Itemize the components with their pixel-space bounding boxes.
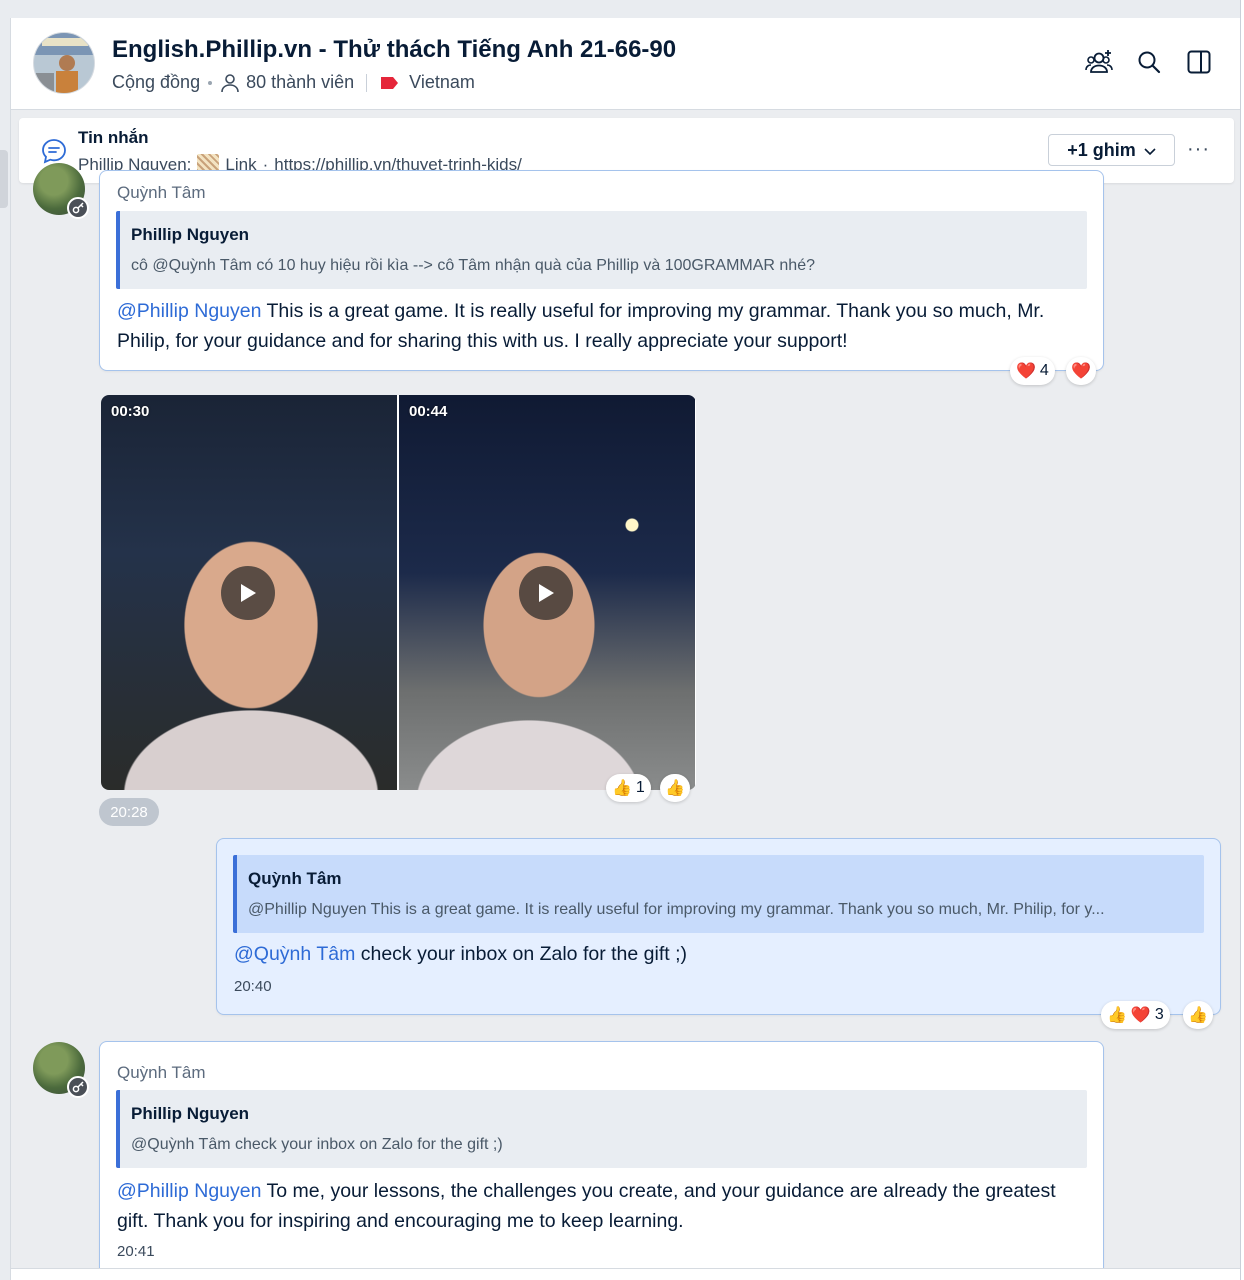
group-type: Cộng đồng xyxy=(112,72,201,92)
meta-dot xyxy=(208,80,213,85)
react-like-button[interactable]: 👍 xyxy=(660,774,690,802)
reply-quote[interactable]: Phillip Nguyen cô @Quỳnh Tâm có 10 huy h… xyxy=(116,211,1087,289)
composer-edge xyxy=(11,1268,1241,1280)
video-duration: 00:30 xyxy=(111,403,150,420)
message-bubble[interactable]: Quỳnh Tâm Phillip Nguyen @Quỳnh Tâm chec… xyxy=(99,1041,1104,1276)
message-body: check your inbox on Zalo for the gift ;) xyxy=(355,943,687,965)
heart-icon: ❤️ xyxy=(1016,363,1036,380)
quote-author: Quỳnh Tâm xyxy=(248,869,342,888)
mention-link[interactable]: @Phillip Nguyen xyxy=(117,1180,261,1202)
thumbs-up-icon: 👍 xyxy=(1188,1007,1208,1024)
reply-quote[interactable]: Quỳnh Tâm @Phillip Nguyen This is a grea… xyxy=(233,855,1204,933)
reaction-count: 3 xyxy=(1154,1006,1164,1023)
message-time: 20:40 xyxy=(234,978,272,995)
key-icon xyxy=(67,197,89,219)
heart-icon: ❤️ xyxy=(1130,1007,1151,1024)
avatar[interactable] xyxy=(33,163,89,219)
thumbs-up-icon: 👍 xyxy=(612,780,632,797)
quote-text: @Quỳnh Tâm check your inbox on Zalo for … xyxy=(131,1136,503,1153)
reaction-summary[interactable]: 👍 ❤️ 3 xyxy=(1101,1001,1170,1029)
group-meta: Cộng đồng 80 thành viên Vietnam xyxy=(112,72,475,93)
chevron-down-icon xyxy=(1144,140,1156,161)
heart-icon: ❤️ xyxy=(1071,363,1091,380)
message-text: @Quỳnh Tâm check your inbox on Zalo for … xyxy=(234,939,1202,969)
video-thumbnail[interactable]: 00:44 xyxy=(399,395,695,790)
key-icon xyxy=(67,1076,89,1098)
react-heart-button[interactable]: ❤️ xyxy=(1066,357,1096,385)
pins-dropdown-button[interactable]: +1 ghim xyxy=(1048,134,1175,166)
message-sender: Quỳnh Tâm xyxy=(117,1063,206,1082)
thumbs-up-icon: 👍 xyxy=(1107,1007,1127,1024)
react-like-button[interactable]: 👍 xyxy=(1183,1001,1213,1029)
member-count[interactable]: 80 thành viên xyxy=(246,72,354,93)
video-thumbnail[interactable]: 00:30 xyxy=(101,395,397,790)
reaction-count: 1 xyxy=(635,779,645,796)
members-icon xyxy=(220,73,240,93)
window-top-strip xyxy=(0,0,1244,18)
video-duration: 00:44 xyxy=(409,403,448,420)
message-time: 20:28 xyxy=(99,798,159,826)
thumbs-up-icon: 👍 xyxy=(665,780,685,797)
reaction-count: 4 xyxy=(1039,362,1049,379)
quote-author: Phillip Nguyen xyxy=(131,225,250,244)
message-text: @Phillip Nguyen To me, your lessons, the… xyxy=(117,1176,1085,1236)
play-icon[interactable] xyxy=(519,566,573,620)
meta-divider xyxy=(366,73,368,92)
message-text: @Phillip Nguyen This is a great game. It… xyxy=(117,296,1085,356)
video-album: 00:30 00:44 xyxy=(101,395,696,790)
quote-text: @Phillip Nguyen This is a great game. It… xyxy=(248,901,1105,918)
reaction-summary[interactable]: ❤️ 4 xyxy=(1010,357,1055,385)
play-icon[interactable] xyxy=(221,566,275,620)
group-label[interactable]: Vietnam xyxy=(409,72,475,93)
left-scroll-handle[interactable] xyxy=(0,150,8,208)
message-bubble[interactable]: Quỳnh Tâm Phillip Nguyen cô @Quỳnh Tâm c… xyxy=(99,170,1104,371)
header-actions xyxy=(1085,48,1213,76)
reply-quote[interactable]: Phillip Nguyen @Quỳnh Tâm check your inb… xyxy=(116,1090,1087,1168)
avatar[interactable] xyxy=(33,1042,89,1098)
search-icon[interactable] xyxy=(1135,48,1163,76)
message-sender: Quỳnh Tâm xyxy=(117,183,206,202)
mention-link[interactable]: @Quỳnh Tâm xyxy=(234,943,355,965)
reaction-summary[interactable]: 👍 1 xyxy=(606,774,651,802)
message-time: 20:41 xyxy=(117,1243,155,1260)
group-avatar[interactable] xyxy=(33,32,95,94)
message-bubble-mine[interactable]: Quỳnh Tâm @Phillip Nguyen This is a grea… xyxy=(216,838,1221,1015)
chat-header: English.Phillip.vn - Thử thách Tiếng Anh… xyxy=(11,18,1241,110)
pins-count-label: +1 ghim xyxy=(1067,139,1136,160)
label-tag-icon xyxy=(379,76,399,90)
quote-author: Phillip Nguyen xyxy=(131,1104,250,1123)
add-member-icon[interactable] xyxy=(1085,48,1113,76)
sidebar-toggle-icon[interactable] xyxy=(1185,48,1213,76)
window-right-edge xyxy=(1240,0,1244,1280)
group-title[interactable]: English.Phillip.vn - Thử thách Tiếng Anh… xyxy=(112,36,676,64)
quote-text: cô @Quỳnh Tâm có 10 huy hiệu rồi kìa -->… xyxy=(131,257,815,274)
mention-link[interactable]: @Phillip Nguyen xyxy=(117,300,261,322)
message-bubble-icon xyxy=(41,138,67,164)
pinned-title: Tin nhắn xyxy=(78,128,149,147)
more-options-icon[interactable]: ··· xyxy=(1187,138,1210,161)
